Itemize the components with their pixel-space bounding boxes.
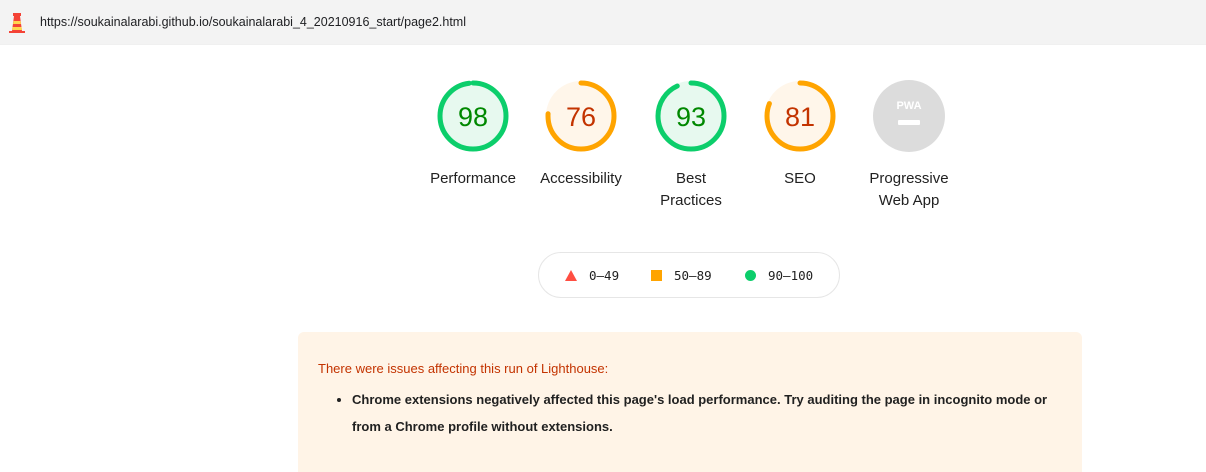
gauge-performance[interactable]: 98 Performance	[418, 78, 528, 190]
gauge-seo-ring: 81	[764, 80, 836, 152]
gauge-best-practices[interactable]: 93 Best Practices	[636, 78, 746, 212]
gauge-pwa[interactable]: PWA Progressive Web App	[854, 78, 964, 212]
score-legend: 0–49 50–89 90–100	[538, 252, 840, 298]
gauge-best-practices-score: 93	[676, 102, 706, 132]
pwa-badge-icon: PWA	[873, 80, 945, 152]
gauge-best-practices-ring: 93	[655, 80, 727, 152]
gauge-best-practices-label: Best Practices	[636, 168, 746, 212]
gauge-performance-ring: 98	[437, 80, 509, 152]
gauge-accessibility-label: Accessibility	[540, 170, 622, 187]
gauge-best-practices-label-line1: Best	[675, 170, 706, 187]
gauge-accessibility-score: 76	[566, 102, 596, 132]
triangle-fail-icon	[565, 270, 577, 281]
run-warnings-list: Chrome extensions negatively affected th…	[336, 386, 1072, 440]
gauge-best-practices-label-line2: Practices	[660, 192, 722, 209]
gauge-accessibility[interactable]: 76 Accessibility	[526, 78, 636, 190]
pwa-badge-text: PWA	[896, 100, 921, 112]
legend-average: 50–89	[651, 268, 712, 283]
gauge-performance-label: Performance	[430, 170, 516, 187]
run-warnings-title: There were issues affecting this run of …	[318, 361, 609, 376]
url-bar: https://soukainalarabi.github.io/soukain…	[0, 0, 1206, 45]
pwa-dash-icon	[898, 120, 920, 125]
gauge-performance-score: 98	[458, 102, 488, 132]
gauge-pwa-label-line2: Web App	[878, 192, 940, 209]
gauge-seo-score: 81	[785, 102, 815, 132]
gauge-seo-label: SEO	[784, 170, 816, 187]
run-warnings-box: There were issues affecting this run of …	[298, 332, 1082, 472]
run-warning-item: Chrome extensions negatively affected th…	[352, 386, 1072, 440]
page-url[interactable]: https://soukainalarabi.github.io/soukain…	[40, 15, 466, 29]
square-average-icon	[651, 270, 662, 281]
gauge-pwa-label: Progressive Web App	[854, 168, 964, 212]
gauge-seo[interactable]: 81 SEO	[745, 78, 855, 190]
legend-fail: 0–49	[565, 268, 619, 283]
circle-pass-icon	[745, 270, 756, 281]
legend-fail-range: 0–49	[589, 268, 620, 283]
gauge-accessibility-ring: 76	[545, 80, 617, 152]
legend-pass-range: 90–100	[768, 268, 814, 283]
lighthouse-logo-icon	[9, 13, 25, 33]
legend-average-range: 50–89	[674, 268, 712, 283]
legend-pass: 90–100	[745, 268, 813, 283]
gauge-pwa-label-line1: Progressive	[869, 170, 949, 187]
